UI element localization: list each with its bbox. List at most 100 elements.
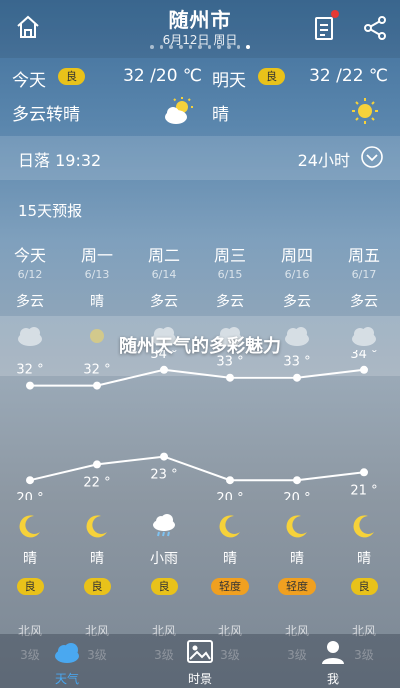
rain-cloud-icon	[153, 514, 175, 537]
day-condition: 多云	[283, 294, 311, 310]
moon-icon	[286, 515, 307, 538]
high-temp-label: 32 °	[16, 363, 43, 378]
city-title[interactable]: 随州市	[0, 4, 400, 33]
night-condition: 晴	[290, 551, 304, 567]
day-name: 周五	[347, 246, 380, 265]
low-temp-point	[293, 476, 301, 485]
tab-weather[interactable]: 天气	[0, 634, 134, 688]
low-temp-label: 20 °	[283, 491, 310, 500]
hourly-toggle-label[interactable]: 24小时	[298, 147, 350, 171]
aqi-badge-wrap: 轻度	[197, 575, 263, 595]
low-temp-label: 20 °	[216, 491, 243, 500]
tab-scenery[interactable]: 时景	[133, 634, 267, 688]
day-date: 6/17	[351, 268, 377, 281]
night-condition: 小雨	[150, 551, 178, 567]
tomorrow-label: 明天	[212, 71, 246, 91]
low-temp-label: 22 °	[83, 475, 110, 490]
cloud-icon	[55, 643, 79, 663]
today-summary[interactable]: 今天 良 32 /20 ℃ 多云转晴	[12, 66, 202, 132]
today-condition: 多云转晴	[12, 105, 80, 125]
tomorrow-condition: 晴	[212, 105, 229, 125]
aqi-badge: 轻度	[211, 578, 249, 595]
low-temp-label: 20 °	[16, 491, 43, 500]
high-temp-label: 32 °	[83, 363, 110, 378]
high-temp-label: 33 °	[216, 355, 243, 370]
day-name: 周三	[213, 246, 246, 265]
low-temp-label: 21 °	[350, 483, 377, 498]
today-label: 今天	[12, 71, 46, 91]
moon-icon	[353, 515, 374, 538]
today-aqi-badge: 良	[58, 68, 85, 85]
temperature-chart: 32 ° 32 ° 34 ° 33 ° 33 ° 34 ° 20 ° 22 ° 23 ° 20 °…	[16, 350, 377, 500]
aqi-badge-wrap: 良	[64, 575, 130, 595]
night-condition: 晴	[90, 551, 104, 567]
high-temp-label: 34 °	[150, 350, 177, 362]
aqi-badge-wrap: 良	[331, 575, 397, 595]
tab-me-label: 我	[326, 672, 339, 686]
tomorrow-temp: 32 /22 ℃	[309, 66, 388, 86]
low-temp-point	[93, 460, 101, 469]
aqi-badge-wrap: 轻度	[264, 575, 330, 595]
day-date: 6/16	[284, 268, 310, 281]
low-temp-point	[160, 452, 168, 461]
high-temp-point	[160, 365, 168, 374]
tab-scenery-label: 时景	[187, 672, 212, 686]
tomorrow-summary[interactable]: 明天 良 32 /22 ℃ 晴	[212, 66, 388, 132]
day-date: 6/15	[217, 268, 243, 281]
chevron-down-icon[interactable]	[360, 145, 384, 169]
high-temp-line	[30, 368, 365, 387]
high-temp-point	[360, 365, 368, 374]
day-condition: 多云	[216, 294, 244, 310]
summary-panel: 今天 良 32 /20 ℃ 多云转晴 明天 良 32 /22 ℃ 晴	[0, 58, 400, 136]
tomorrow-aqi-badge: 良	[258, 68, 285, 85]
share-icon[interactable]	[363, 15, 387, 41]
night-condition: 晴	[357, 551, 371, 567]
aqi-badge: 良	[16, 578, 44, 595]
high-temp-point	[226, 373, 234, 382]
high-temp-point	[26, 381, 34, 390]
aqi-badge: 良	[150, 578, 178, 595]
moon-icon	[19, 515, 40, 538]
high-temp-point	[293, 373, 301, 382]
page-indicator	[149, 45, 251, 49]
day-name: 周四	[280, 246, 313, 265]
high-temp-label: 34 °	[350, 350, 377, 362]
day-condition: 晴	[90, 294, 104, 310]
day-name: 周二	[147, 246, 180, 265]
aqi-badge-wrap: 良	[0, 575, 63, 595]
today-temp: 32 /20 ℃	[123, 66, 202, 86]
night-condition: 晴	[223, 551, 237, 567]
day-date: 6/14	[151, 268, 177, 281]
day-condition: 多云	[150, 294, 178, 310]
moon-icon	[219, 515, 240, 538]
night-condition: 晴	[23, 551, 37, 567]
day-condition: 多云	[16, 294, 44, 310]
photo-icon	[187, 640, 213, 663]
aqi-badge: 良	[83, 578, 111, 595]
partly-cloudy-icon	[165, 97, 193, 124]
moon-icon	[86, 515, 107, 538]
day-date: 6/13	[84, 268, 110, 281]
low-temp-point	[360, 468, 368, 477]
notification-dot	[331, 10, 339, 18]
day-condition: 多云	[350, 294, 378, 310]
sunset-bar: 日落 19:32 24小时	[0, 136, 400, 180]
high-temp-label: 33 °	[283, 355, 310, 370]
day-date: 6/12	[17, 268, 43, 281]
low-temp-point	[226, 476, 234, 485]
sunset-time: 日落 19:32	[18, 151, 102, 170]
high-temp-point	[93, 381, 101, 390]
forecast-title: 15天预报	[18, 202, 83, 220]
low-temp-label: 23 °	[150, 468, 177, 483]
user-icon	[322, 641, 344, 664]
aqi-badge: 轻度	[278, 578, 316, 595]
day-name: 周一	[80, 246, 113, 265]
aqi-badge-wrap: 良	[131, 575, 197, 595]
tab-me[interactable]: 我	[266, 634, 400, 688]
low-temp-line	[29, 455, 365, 482]
day-name: 今天	[13, 246, 46, 265]
aqi-badge: 良	[350, 578, 378, 595]
notes-icon[interactable]	[314, 15, 336, 41]
low-temp-point	[26, 476, 34, 485]
tab-weather-label: 天气	[54, 672, 79, 686]
